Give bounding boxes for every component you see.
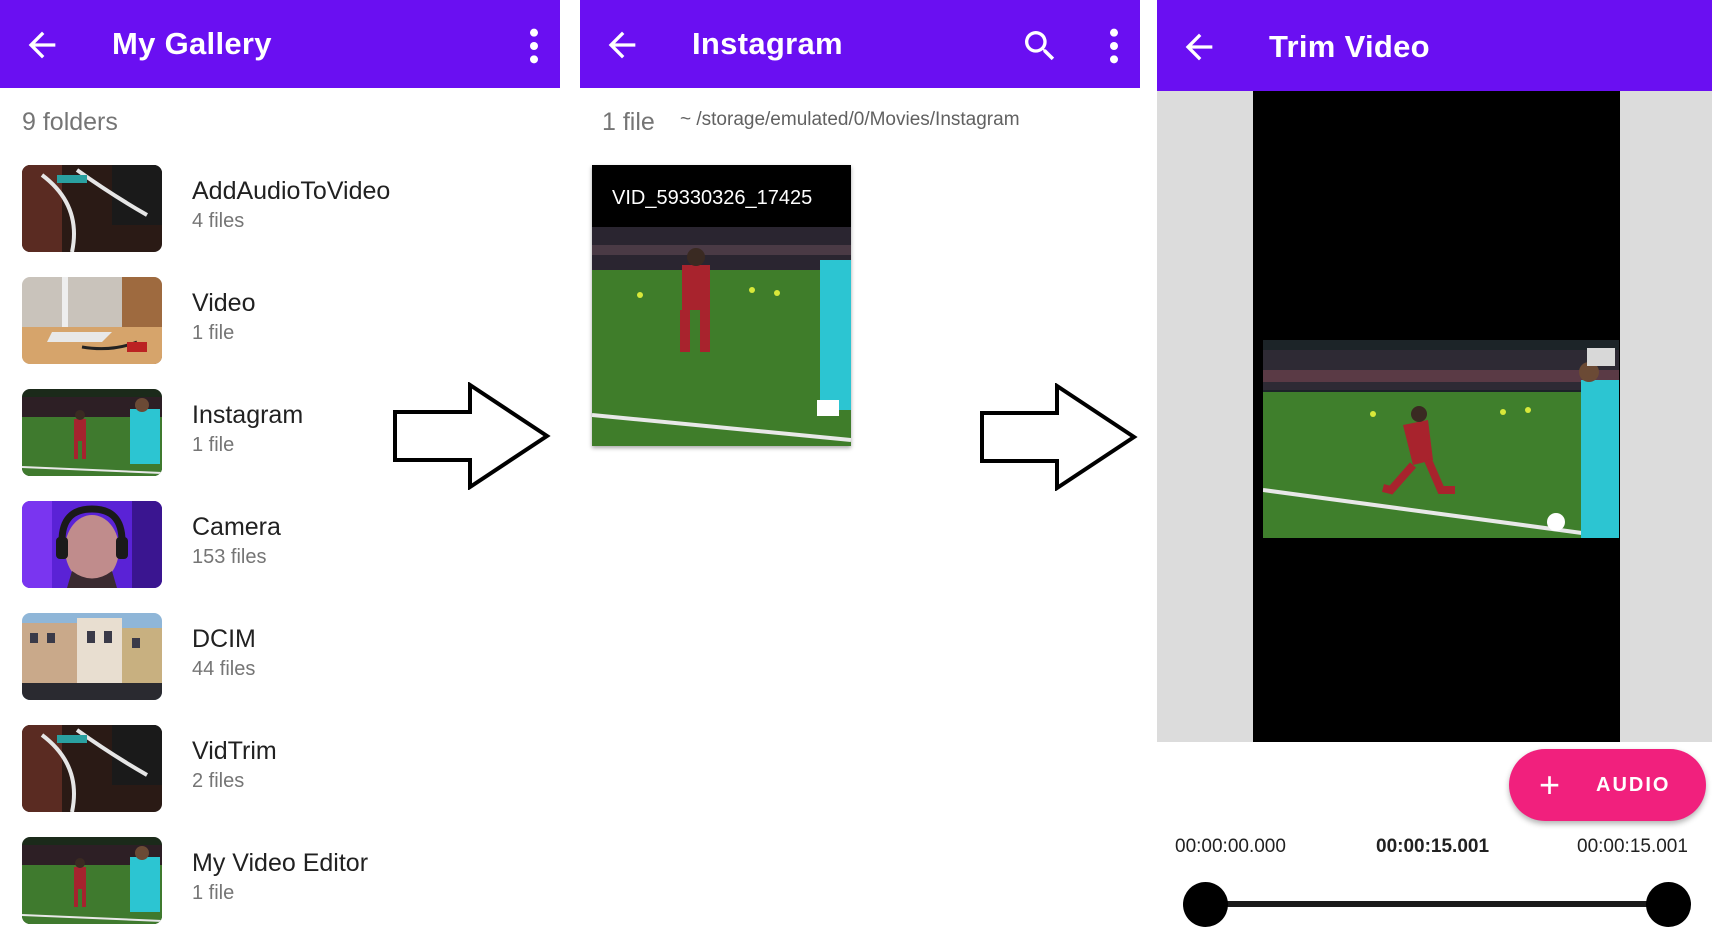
folder-thumbnail <box>22 613 162 700</box>
folder-file-count: 1 file <box>192 434 235 456</box>
back-arrow-icon[interactable] <box>602 25 642 65</box>
folder-file-count: 153 files <box>192 546 267 568</box>
folder-thumbnail <box>22 501 162 588</box>
folder-name: VidTrim <box>192 737 277 765</box>
back-arrow-icon[interactable] <box>22 25 62 65</box>
folder-item-camera[interactable]: Camera 153 files <box>22 501 542 589</box>
plus-icon: + <box>1539 764 1561 805</box>
folder-file-count: 1 file <box>192 882 235 904</box>
folder-thumbnail <box>22 837 162 924</box>
folder-name: Video <box>192 289 256 317</box>
folder-item-addaudiotovideo[interactable]: AddAudioToVideo 4 files <box>22 165 542 253</box>
folder-item-my-video-editor[interactable]: My Video Editor 1 file <box>22 837 542 925</box>
folder-name: Camera <box>192 513 281 541</box>
trim-end-handle[interactable] <box>1646 882 1691 927</box>
folder-thumbnail <box>22 389 162 476</box>
folder-item-video[interactable]: Video 1 file <box>22 277 542 365</box>
folder-item-dcim[interactable]: DCIM 44 files <box>22 613 542 701</box>
more-vert-icon[interactable] <box>1106 26 1122 66</box>
add-audio-label: AUDIO <box>1596 774 1671 796</box>
folder-thumbnail <box>22 165 162 252</box>
folder-name: Instagram <box>192 401 304 429</box>
app-bar: Trim Video <box>1157 0 1712 91</box>
back-arrow-icon[interactable] <box>1179 27 1219 67</box>
folder-file-count: 2 files <box>192 770 245 792</box>
folder-name: My Video Editor <box>192 849 369 877</box>
trim-start-time: 00:00:00.000 <box>1175 836 1286 857</box>
flow-arrow-icon <box>980 383 1138 491</box>
file-count: 1 file <box>602 108 655 136</box>
page-title: Trim Video <box>1269 29 1430 64</box>
folder-file-count: 4 files <box>192 210 245 232</box>
trim-end-time: 00:00:15.001 <box>1577 836 1688 857</box>
folder-count: 9 folders <box>22 108 118 136</box>
video-filename: VID_59330326_17425 <box>612 187 813 209</box>
trim-screen: Trim Video + AUDIO 00:00:00.000 00:00:15… <box>1157 0 1712 948</box>
video-frame <box>1263 340 1619 538</box>
trim-range-track[interactable] <box>1204 901 1669 907</box>
add-audio-button[interactable]: + AUDIO <box>1509 749 1706 821</box>
more-vert-icon[interactable] <box>526 26 542 66</box>
trim-start-handle[interactable] <box>1183 882 1228 927</box>
app-bar: My Gallery <box>0 0 560 88</box>
page-title: Instagram <box>692 26 843 61</box>
folder-file-count: 1 file <box>192 322 235 344</box>
app-bar: Instagram <box>580 0 1140 88</box>
page-title: My Gallery <box>112 26 272 61</box>
folder-file-count: 44 files <box>192 658 256 680</box>
current-time: 00:00:15.001 <box>1376 836 1490 857</box>
folder-path: ~ /storage/emulated/0/Movies/Instagram <box>680 109 1020 130</box>
folder-name: AddAudioToVideo <box>192 177 391 205</box>
folder-thumbnail <box>22 725 162 812</box>
video-thumbnail-card[interactable]: VID_59330326_17425 <box>592 165 851 446</box>
flow-arrow-icon <box>393 382 551 490</box>
search-icon[interactable] <box>1020 26 1060 66</box>
folder-item-vidtrim[interactable]: VidTrim 2 files <box>22 725 542 813</box>
folder-name: DCIM <box>192 625 256 653</box>
folder-thumbnail <box>22 277 162 364</box>
